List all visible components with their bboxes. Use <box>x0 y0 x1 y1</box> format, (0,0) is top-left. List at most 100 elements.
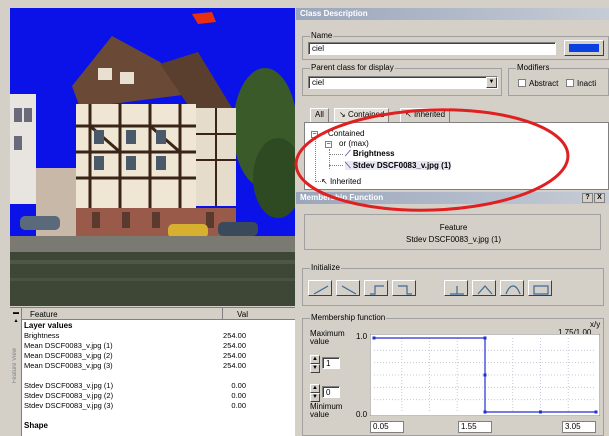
feature-box[interactable]: Feature Stdev DSCF0083_v.jpg (1) <box>304 214 601 250</box>
chevron-down-icon[interactable]: ▼ <box>486 77 497 88</box>
max-down-arrow-icon[interactable]: ▼ <box>310 364 320 373</box>
feature-row[interactable]: Mean DSCF0083_v.jpg (3) 254.00 <box>24 362 292 370</box>
min-up-arrow-icon[interactable]: ▲ <box>310 384 320 393</box>
linear-up-icon <box>313 285 329 295</box>
curve-point[interactable] <box>594 410 598 414</box>
initialize-label: Initialize <box>310 263 341 272</box>
feature-label: Feature <box>439 223 468 232</box>
membership-function-title: Membership Function <box>300 193 384 202</box>
feature-row-label: Stdev DSCF0083_v.jpg (1) <box>24 381 114 390</box>
segmented-photo[interactable] <box>10 8 295 306</box>
class-color-button[interactable] <box>564 40 604 56</box>
class-description-title: Class Description <box>300 9 368 18</box>
tree-brightness-label: Brightness <box>352 149 395 158</box>
inherited-arrow-icon: ↖ <box>321 177 330 186</box>
name-input[interactable]: ciel <box>308 42 556 55</box>
tab-inherited[interactable]: ↖ Inherited <box>400 108 451 122</box>
init-full-range-button[interactable] <box>528 280 552 296</box>
col-value-header[interactable]: Val <box>237 310 248 319</box>
full-range-icon <box>533 285 549 295</box>
feature-row-label: Brightness <box>24 331 60 340</box>
name-label: Name <box>310 31 334 40</box>
init-triangle-button[interactable] <box>472 280 496 296</box>
feature-row[interactable]: Mean DSCF0083_v.jpg (1) 254.00 <box>24 342 292 350</box>
curve-point[interactable] <box>539 410 542 414</box>
tab-contained[interactable]: ↘ Contained <box>334 108 390 122</box>
feature-row[interactable] <box>24 372 292 380</box>
close-button[interactable]: X <box>594 193 605 203</box>
modifiers-label: Modifiers <box>516 63 551 72</box>
parent-class-label: Parent class for display <box>310 63 395 72</box>
membership-curve-icon-2: ⟍ <box>345 161 353 170</box>
smaller-than-icon <box>398 285 412 295</box>
curve-point[interactable] <box>483 373 487 377</box>
photo-image <box>10 8 295 306</box>
x-mid-input[interactable]: 1.55 <box>458 421 492 433</box>
tree-stdev-label: Stdev DSCF0083_v.jpg (1) <box>352 161 451 170</box>
class-tree: − • Contained − or (max) ⟋ Brightness ⟍ … <box>304 122 609 190</box>
max-up-arrow-icon[interactable]: ▲ <box>310 355 320 364</box>
inactive-checkbox[interactable] <box>566 79 574 87</box>
tab-all[interactable]: All <box>310 108 329 122</box>
feature-row-value: 254.00 <box>223 361 246 370</box>
tree-node-inherited[interactable]: ↖ Inherited <box>321 177 361 186</box>
min-value-input[interactable]: 0 <box>322 386 340 398</box>
larger-than-icon <box>370 285 384 295</box>
max-value-label: Maximum value <box>310 329 345 346</box>
tree-node-brightness[interactable]: ⟋ Brightness <box>345 149 395 158</box>
tree-collapse-icon[interactable]: − <box>311 131 318 138</box>
abstract-label: Abstract <box>529 79 559 88</box>
tree-node-or-max[interactable]: or (max) <box>339 139 369 148</box>
feature-view-side-strip: ▬ ▴ Feature View <box>10 308 22 436</box>
feature-row-label: Mean DSCF0083_v.jpg (3) <box>24 361 113 370</box>
tree-node-contained[interactable]: • Contained <box>323 129 365 138</box>
col-feature-header[interactable]: Feature <box>30 310 58 319</box>
x-right-input[interactable]: 3.05 <box>562 421 596 433</box>
feature-value: Stdev DSCF0083_v.jpg (1) <box>405 235 501 244</box>
feature-row-value: 0.00 <box>231 391 246 400</box>
feature-group-row[interactable]: Shape <box>24 422 292 430</box>
xy-label: x/y <box>590 320 601 329</box>
close-small-icon[interactable]: ▴ <box>12 318 20 324</box>
class-color-swatch <box>569 44 599 52</box>
y-top-label: 1.0 <box>356 332 368 341</box>
tab-contained-label: Contained <box>347 110 385 119</box>
feature-row-value: 254.00 <box>223 351 246 360</box>
curve-point[interactable] <box>483 410 487 414</box>
min-down-arrow-icon[interactable]: ▼ <box>310 393 320 402</box>
tree-collapse-icon-2[interactable]: − <box>325 141 332 148</box>
tree-contained-label: Contained <box>328 129 365 138</box>
pin-icon[interactable]: ▬ <box>12 310 20 316</box>
curve-point[interactable] <box>372 336 376 340</box>
tree-node-stdev[interactable]: ⟍ Stdev DSCF0083_v.jpg (1) <box>345 161 451 170</box>
feature-row[interactable]: Stdev DSCF0083_v.jpg (3) 0.00 <box>24 402 292 410</box>
feature-row[interactable]: Stdev DSCF0083_v.jpg (1) 0.00 <box>24 382 292 390</box>
inactive-label: Inacti <box>577 79 597 88</box>
abstract-checkbox[interactable] <box>518 79 526 87</box>
curve-point[interactable] <box>483 336 487 340</box>
membership-function-chart[interactable] <box>370 334 600 416</box>
init-linear-up-button[interactable] <box>308 280 332 296</box>
feature-row[interactable]: Stdev DSCF0083_v.jpg (2) 0.00 <box>24 392 292 400</box>
feature-group-row[interactable]: Layer values <box>24 322 292 330</box>
feature-row-value: 0.00 <box>231 381 246 390</box>
init-smaller-than-button[interactable] <box>392 280 416 296</box>
init-bell-curve-button[interactable] <box>500 280 524 296</box>
help-button[interactable]: ? <box>582 193 593 203</box>
feature-row[interactable]: Mean DSCF0083_v.jpg (2) 254.00 <box>24 352 292 360</box>
feature-row[interactable] <box>24 412 292 420</box>
init-linear-down-button[interactable] <box>336 280 360 296</box>
bell-curve-icon <box>505 285 521 295</box>
feature-row-label: Stdev DSCF0083_v.jpg (2) <box>24 391 114 400</box>
init-singleton-button[interactable] <box>444 280 468 296</box>
tab-inherited-label: Inherited <box>413 110 446 119</box>
feature-view-panel: ▬ ▴ Feature View Feature Val Layer value… <box>10 307 295 436</box>
feature-row-label: Mean DSCF0083_v.jpg (2) <box>24 351 113 360</box>
max-value-input[interactable]: 1 <box>322 357 340 369</box>
inherited-tab-icon: ↖ <box>405 110 414 119</box>
parent-class-select[interactable]: ciel <box>308 76 498 89</box>
x-left-input[interactable]: 0.05 <box>370 421 404 433</box>
init-larger-than-button[interactable] <box>364 280 388 296</box>
feature-row[interactable]: Brightness 254.00 <box>24 332 292 340</box>
membership-curve-icon: ⟋ <box>345 149 353 158</box>
